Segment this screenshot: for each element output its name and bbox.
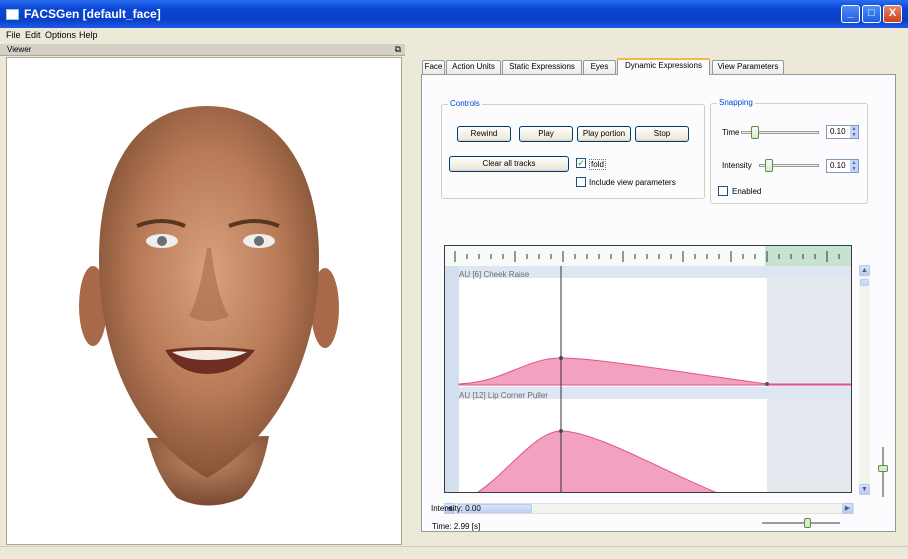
close-button[interactable]: X xyxy=(883,5,902,23)
minimize-button[interactable]: _ xyxy=(841,5,860,23)
status-bar xyxy=(0,546,908,559)
scroll-right-icon[interactable]: ▶ xyxy=(842,503,853,514)
vertical-zoom-thumb[interactable] xyxy=(878,465,888,472)
time-spin-arrows-icon[interactable]: ▲ ▼ xyxy=(850,126,858,138)
menu-options[interactable]: Options xyxy=(45,30,76,40)
horizontal-zoom-thumb[interactable] xyxy=(804,518,811,528)
clear-all-tracks-button[interactable]: Clear all tracks xyxy=(449,156,569,172)
timeline-tracks[interactable] xyxy=(445,246,852,493)
timeline-vertical-scrollbar[interactable]: ▲ ▼ xyxy=(859,265,870,495)
title-bar[interactable]: FACSGen [default_face] _ □ X xyxy=(0,0,908,28)
menu-bar: File Edit Options Help xyxy=(0,28,908,43)
tab-action-units[interactable]: Action Units xyxy=(446,60,501,74)
scroll-down-icon[interactable]: ▼ xyxy=(859,484,870,495)
app-icon xyxy=(6,9,19,20)
fold-checkbox[interactable]: ✓ xyxy=(576,158,586,168)
vertical-scroll-thumb[interactable] xyxy=(860,279,869,286)
tab-static-expressions[interactable]: Static Expressions xyxy=(502,60,582,74)
menu-edit[interactable]: Edit xyxy=(25,30,41,40)
curve-lip-corner-puller[interactable] xyxy=(475,430,720,493)
intensity-slider-thumb[interactable] xyxy=(765,159,773,172)
horizontal-zoom-track[interactable] xyxy=(762,522,840,524)
play-portion-button[interactable]: Play portion xyxy=(577,126,631,142)
viewer-canvas[interactable] xyxy=(6,57,402,545)
intensity-value: 0.10 xyxy=(830,161,846,170)
track-label-cheek-raise: AU [6] Cheek Raise xyxy=(459,270,530,279)
controls-group: Controls Rewind Play Play portion Stop C… xyxy=(441,99,705,199)
intensity-spinbox[interactable]: 0.10 ▲ ▼ xyxy=(826,159,859,173)
snapping-group-title: Snapping xyxy=(717,98,755,107)
tab-view-parameters[interactable]: View Parameters xyxy=(712,60,784,74)
time-label: Time xyxy=(722,128,740,137)
snapping-enabled-checkbox[interactable] xyxy=(718,186,728,196)
rewind-button[interactable]: Rewind xyxy=(457,126,511,142)
tab-dynamic-expressions[interactable]: Dynamic Expressions xyxy=(617,58,710,75)
intensity-label: Intensity xyxy=(722,161,752,170)
include-view-parameters-label: Include view parameters xyxy=(589,178,676,187)
intensity-readout: Intensity: 0.00 xyxy=(431,504,481,513)
maximize-button[interactable]: □ xyxy=(862,5,881,23)
timeline-editor[interactable]: AU [6] Cheek Raise AU [12] Lip Corner Pu… xyxy=(444,245,852,493)
time-slider-thumb[interactable] xyxy=(751,126,759,139)
tab-eyes[interactable]: Eyes xyxy=(583,60,616,74)
properties-panel: Face Action Units Static Expressions Eye… xyxy=(412,44,906,544)
time-readout: Time: 2.99 [s] xyxy=(432,522,481,531)
app-window: FACSGen [default_face] _ □ X File Edit O… xyxy=(0,0,908,559)
tab-face[interactable]: Face xyxy=(422,60,445,74)
vertical-zoom-track[interactable] xyxy=(882,447,884,497)
dynamic-expressions-pane: Controls Rewind Play Play portion Stop C… xyxy=(421,74,896,532)
fold-label: fold xyxy=(589,159,606,170)
time-value: 0.10 xyxy=(830,127,846,136)
track-label-lip-corner-puller: AU [12] Lip Corner Puller xyxy=(459,391,548,400)
snapping-enabled-label: Enabled xyxy=(732,187,762,196)
stop-button[interactable]: Stop xyxy=(635,126,689,142)
window-title: FACSGen [default_face] xyxy=(24,7,161,21)
intensity-spin-arrows-icon[interactable]: ▲ ▼ xyxy=(850,160,858,172)
include-view-parameters-checkbox[interactable] xyxy=(576,177,586,187)
viewer-dock-header: Viewer ⧉ xyxy=(0,44,405,56)
timeline-horizontal-scrollbar[interactable]: ◀ ▶ xyxy=(444,503,854,514)
viewer-title: Viewer xyxy=(7,45,32,54)
play-button[interactable]: Play xyxy=(519,126,573,142)
time-spinbox[interactable]: 0.10 ▲ ▼ xyxy=(826,125,859,139)
float-dock-icon[interactable]: ⧉ xyxy=(395,44,401,55)
menu-help[interactable]: Help xyxy=(79,30,98,40)
face-render-image xyxy=(79,106,339,506)
scroll-up-icon[interactable]: ▲ xyxy=(859,265,870,276)
controls-group-title: Controls xyxy=(448,99,482,108)
snapping-group: Snapping Time 0.10 ▲ ▼ Intensity 0.10 ▲ ▼ En… xyxy=(710,98,868,204)
menu-file[interactable]: File xyxy=(6,30,21,40)
